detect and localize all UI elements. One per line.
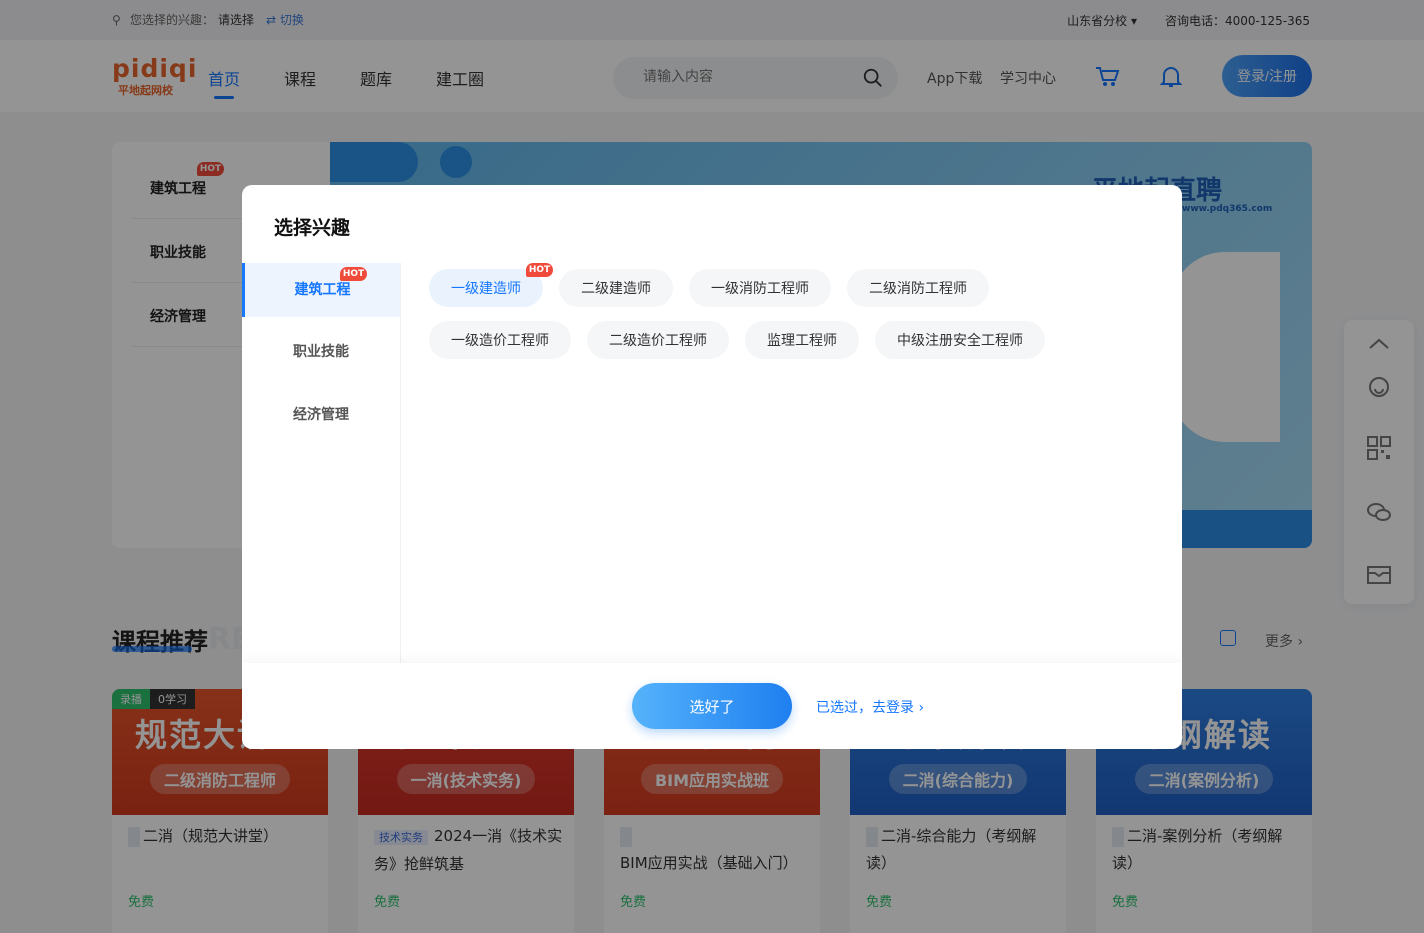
modal-footer: 选好了 已选过，去登录 › (242, 663, 1182, 749)
chip-second-class-constructor[interactable]: 二级建造师 (559, 269, 673, 307)
hot-badge: HOT (526, 263, 553, 277)
chip-first-class-cost-engineer[interactable]: 一级造价工程师 (429, 321, 571, 359)
interest-modal: 选择兴趣 建筑工程 HOT 职业技能 经济管理 一级建造师 HOT 二级建造师 … (242, 185, 1182, 749)
modal-category-menu: 建筑工程 HOT 职业技能 经济管理 (242, 263, 401, 663)
confirm-button[interactable]: 选好了 (632, 683, 792, 729)
chip-second-class-fire-engineer[interactable]: 二级消防工程师 (847, 269, 989, 307)
chevron-right-icon: › (918, 700, 925, 716)
chip-supervision-engineer[interactable]: 监理工程师 (745, 321, 859, 359)
skip-label: 已选过，去登录 (816, 700, 914, 716)
chip-first-class-fire-engineer[interactable]: 一级消防工程师 (689, 269, 831, 307)
chip-second-class-cost-engineer[interactable]: 二级造价工程师 (587, 321, 729, 359)
modal-category-economics[interactable]: 经济管理 (242, 388, 400, 442)
modal-title: 选择兴趣 (274, 217, 351, 239)
hot-badge: HOT (340, 267, 367, 281)
skip-to-login-link[interactable]: 已选过，去登录 › (816, 697, 924, 717)
modal-category-construction[interactable]: 建筑工程 (242, 263, 400, 317)
chip-safety-engineer[interactable]: 中级注册安全工程师 (875, 321, 1045, 359)
modal-category-skills[interactable]: 职业技能 (242, 325, 400, 379)
